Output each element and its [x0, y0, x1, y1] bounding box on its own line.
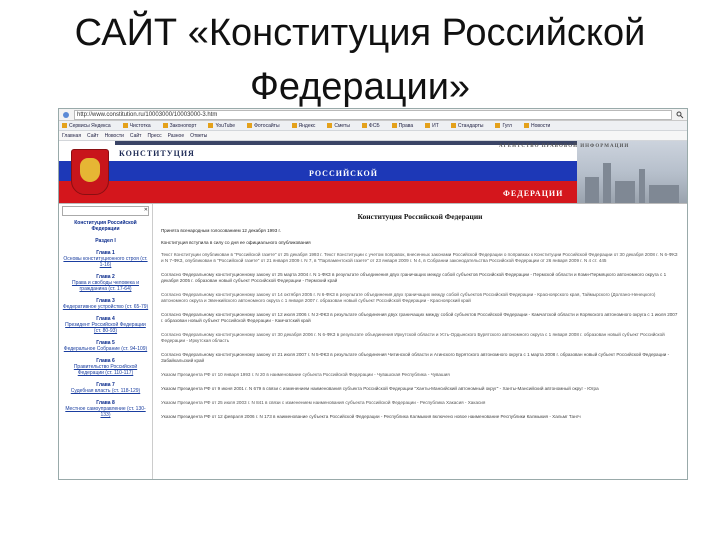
paragraph: Согласно Федеральному конституционному з… [161, 352, 670, 363]
link-item[interactable]: Главная [62, 133, 81, 139]
paragraph: Указом Президента РФ от 12 февраля 2006 … [161, 414, 581, 419]
bookmark-item[interactable]: YouTube [208, 123, 241, 129]
header-word-russian: РОССИЙСКОЙ [309, 169, 378, 178]
nav-item[interactable]: Глава 4 Президент Российской Федерации (с… [62, 316, 149, 334]
nav-item[interactable]: Глава 5 Федеральное Собрание (ст. 94-109) [62, 340, 149, 352]
adoption-line: Принята всенародным голосованием 12 дека… [161, 228, 281, 233]
nav-item[interactable]: Глава 2 Права и свободы человека и гражда… [62, 274, 149, 292]
slide-title-line2: Федерации» [249, 66, 471, 108]
header-agency: АГЕНТСТВО ПРАВОВОЙ ИНФОРМАЦИИ [499, 144, 630, 149]
coat-of-arms-icon [71, 149, 109, 195]
paragraph: Согласно Федеральному конституционному з… [161, 312, 678, 323]
nav-item[interactable]: Конституция Российской Федерации [62, 220, 149, 232]
nav-item[interactable]: Глава 7 Судебная власть (ст. 118-129) [62, 382, 149, 394]
nav-item[interactable]: Глава 6 Правительство Российской Федераци… [62, 358, 149, 376]
main-content: Конституция Российской Федерации Принята… [153, 204, 687, 479]
website-screenshot: http://www.constitution.ru/10003000/1000… [58, 108, 688, 480]
links-bar: Главная Сайт Новости Сайт Пресс Разное О… [59, 131, 687, 141]
url-text: http://www.constitution.ru/10003000/1000… [77, 111, 218, 118]
paragraph: Указом Президента РФ от 10 января 1993 г… [161, 372, 450, 377]
paragraph: Указом Президента РФ от 9 июня 2001 г. N… [161, 386, 599, 391]
slide-title-line1: САЙТ «Конституция Российской [74, 12, 646, 54]
bookmark-item[interactable]: Права [391, 123, 420, 129]
bookmark-item[interactable]: Сметы [327, 123, 356, 129]
bookmark-item[interactable]: Законопорт [162, 123, 203, 129]
site-header: АГЕНТСТВО ПРАВОВОЙ ИНФОРМАЦИИ КОНСТИТУЦИ… [59, 141, 687, 204]
url-input[interactable]: http://www.constitution.ru/10003000/1000… [74, 109, 672, 120]
link-item[interactable]: Ответы [190, 133, 207, 139]
bookmark-item[interactable]: ИТ [425, 123, 445, 129]
header-word-federation: ФЕДЕРАЦИИ [503, 189, 564, 198]
link-item[interactable]: Пресс [147, 133, 161, 139]
link-item[interactable]: Сайт [87, 133, 99, 139]
bookmark-item[interactable]: Фотосайты [247, 123, 285, 129]
bookmark-item[interactable]: Чистотка [122, 123, 157, 129]
nav-search-input[interactable]: ✕ [62, 206, 149, 216]
left-nav: ✕ Конституция Российской Федерации Разде… [59, 204, 153, 479]
paragraph: Текст Конституции опубликован в "Российс… [161, 252, 678, 263]
address-bar: http://www.constitution.ru/10003000/1000… [59, 109, 687, 121]
bookmark-item[interactable]: Сервисы Яндекса [62, 123, 117, 129]
nav-item[interactable]: Раздел I [62, 238, 149, 244]
bookmark-item[interactable]: Стандарты [450, 123, 490, 129]
bookmark-item[interactable]: ФСБ [361, 123, 386, 129]
header-word-constitution: КОНСТИТУЦИЯ [119, 149, 195, 158]
bookmark-item[interactable]: Гугл [495, 123, 518, 129]
kremlin-photo [577, 141, 687, 203]
paragraph: Согласно Федеральному конституционному з… [161, 292, 656, 303]
link-item[interactable]: Разное [168, 133, 185, 139]
link-item[interactable]: Сайт [130, 133, 142, 139]
paragraph: Согласно Федеральному конституционному з… [161, 332, 665, 343]
nav-item[interactable]: Глава 1 Основы конституционного строя (ст… [62, 250, 149, 268]
slide-title: САЙТ «Конституция Российской Федерации» [0, 6, 720, 114]
bookmark-item[interactable]: Яндекс [291, 123, 322, 129]
nav-item[interactable]: Глава 3 Федеративное устройство (ст. 65-7… [62, 298, 149, 310]
bookmark-item[interactable]: Новости [523, 123, 556, 129]
bookmarks-bar: Сервисы Яндекса Чистотка Законопорт YouT… [59, 121, 687, 131]
nav-item[interactable]: Глава 8 Местное самоуправление (ст. 130-1… [62, 400, 149, 418]
effect-line: Конституция вступила в силу со дня ее оф… [161, 240, 311, 245]
paragraph: Согласно Федеральному конституционному з… [161, 272, 667, 283]
globe-icon [62, 111, 70, 119]
link-item[interactable]: Новости [105, 133, 124, 139]
page-heading: Конституция Российской Федерации [357, 212, 483, 221]
paragraph: Указом Президента РФ от 25 июля 2003 г. … [161, 400, 486, 405]
search-icon[interactable] [676, 111, 684, 119]
